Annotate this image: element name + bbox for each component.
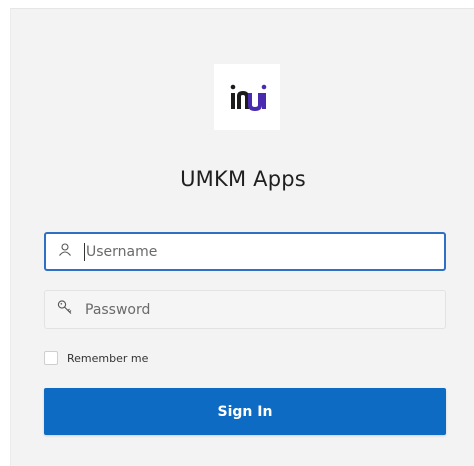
- key-icon: [57, 299, 73, 320]
- app-logo: [214, 64, 280, 130]
- password-input[interactable]: [83, 291, 425, 328]
- remember-me-label: Remember me: [67, 351, 149, 365]
- sign-in-button[interactable]: Sign In: [44, 388, 446, 435]
- user-icon: [58, 242, 72, 261]
- remember-me[interactable]: Remember me: [44, 350, 148, 366]
- username-field[interactable]: [44, 232, 446, 271]
- username-input[interactable]: [84, 234, 426, 269]
- remember-me-checkbox[interactable]: [44, 351, 58, 365]
- login-card: UMKM Apps Remember me Sign In: [10, 8, 474, 466]
- app-title: UMKM Apps: [180, 167, 306, 191]
- password-field[interactable]: [44, 290, 446, 329]
